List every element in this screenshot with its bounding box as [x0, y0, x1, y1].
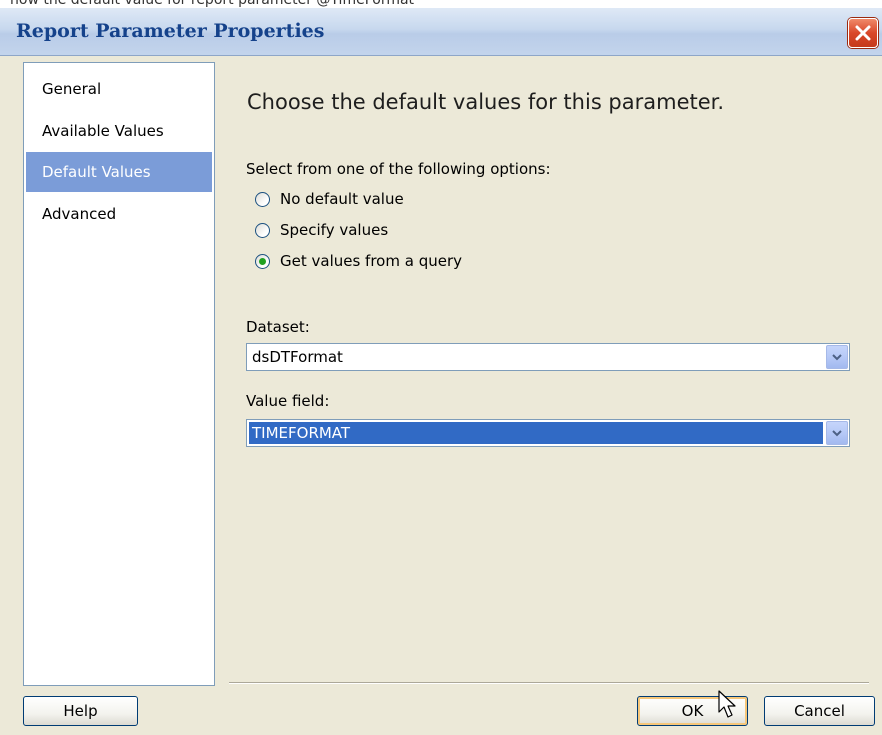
nav-item-label: Available Values	[42, 122, 164, 140]
close-button[interactable]	[848, 18, 878, 48]
dataset-label: Dataset:	[246, 318, 310, 336]
value-field-label: Value field:	[246, 392, 330, 410]
nav-item-default-values[interactable]: Default Values	[26, 152, 212, 192]
report-parameter-properties-dialog: Report Parameter Properties General Avai…	[0, 8, 882, 735]
cancel-button[interactable]: Cancel	[764, 696, 875, 726]
radio-no-default-value[interactable]: No default value	[255, 188, 404, 210]
value-field-dropdown[interactable]: TIMEFORMAT	[246, 419, 850, 447]
mouse-pointer-icon	[718, 690, 736, 718]
default-values-page: Choose the default values for this param…	[229, 62, 869, 676]
options-label: Select from one of the following options…	[246, 160, 551, 178]
radio-label: No default value	[280, 190, 404, 208]
radio-button[interactable]	[255, 191, 270, 207]
dataset-value: dsDTFormat	[252, 348, 343, 366]
title-bar[interactable]: Report Parameter Properties	[0, 8, 882, 56]
nav-item-label: General	[42, 80, 102, 98]
nav-item-advanced[interactable]: Advanced	[26, 194, 212, 234]
chevron-down-icon	[832, 354, 842, 361]
dataset-dropdown[interactable]: dsDTFormat	[246, 343, 850, 371]
radio-get-values-from-query[interactable]: Get values from a query	[255, 250, 462, 272]
close-icon	[855, 25, 871, 41]
page-navigation: General Available Values Default Values …	[23, 62, 215, 686]
radio-button-checked[interactable]	[255, 253, 270, 269]
page-heading: Choose the default values for this param…	[247, 90, 725, 114]
dropdown-button[interactable]	[826, 345, 848, 369]
dropdown-button[interactable]	[826, 421, 848, 445]
nav-item-available-values[interactable]: Available Values	[26, 111, 212, 151]
radio-button[interactable]	[255, 222, 270, 238]
value-field-value: TIMEFORMAT	[252, 424, 351, 442]
background-text: how the default value for report paramet…	[10, 0, 415, 8]
footer-separator	[229, 682, 869, 684]
selection-highlight: TIMEFORMAT	[249, 422, 823, 444]
radio-label: Specify values	[280, 221, 389, 239]
help-button[interactable]: Help	[23, 696, 138, 726]
radio-label: Get values from a query	[280, 252, 462, 270]
radio-specify-values[interactable]: Specify values	[255, 219, 388, 241]
nav-item-general[interactable]: General	[26, 69, 212, 109]
dialog-title: Report Parameter Properties	[16, 20, 325, 42]
radio-checked-dot	[259, 257, 266, 265]
nav-item-label: Advanced	[42, 205, 117, 223]
nav-item-label: Default Values	[42, 163, 151, 181]
chevron-down-icon	[832, 430, 842, 437]
